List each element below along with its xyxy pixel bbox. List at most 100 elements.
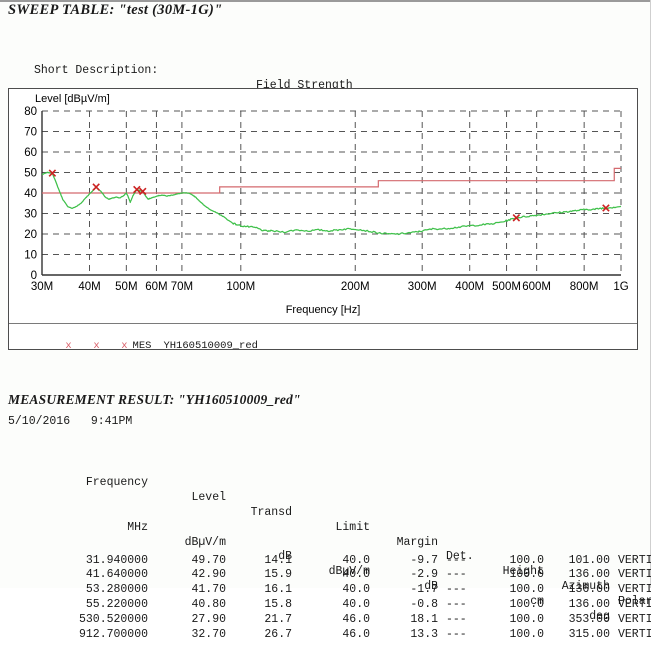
svg-text:80: 80 [24,106,37,118]
chart-legend: x x xMES YH160510009_red [15,328,258,364]
chart-measured-trace [42,172,621,234]
cell-azimuth: 353.00 [552,613,610,628]
cell-height: 100.0 [486,628,544,643]
cell-margin: -0.8 [378,598,438,613]
header-level: Level [156,491,226,506]
header-margin: Margin [378,536,438,551]
cell-polarization: VERTICAL [618,628,651,643]
chart-x-tick-labels: 30M40M50M60M70M100M200M300M400M500M600M8… [31,281,629,293]
svg-text:70M: 70M [171,281,193,293]
cell-limit: 46.0 [300,613,370,628]
svg-text:50: 50 [24,168,37,180]
svg-text:600M: 600M [522,281,551,293]
measurement-result-title: MEASUREMENT RESULT: "YH160510009_red" [8,392,301,408]
cell-limit: 40.0 [300,568,370,583]
chart-y-tick-labels: 01020304050607080 [24,106,37,282]
cell-polarization: VERTICAL [618,554,651,569]
cell-height: 100.0 [486,613,544,628]
svg-text:20: 20 [24,229,37,241]
table-row: 530.52000027.9021.746.018.1---100.0353.0… [8,613,49,628]
cell-detector: --- [446,613,482,628]
report-page: SWEEP TABLE: "test (30M-1G)" Short Descr… [0,0,651,588]
table-units-row: MHz dBµV/m dB dBµV/m dB cm deg [8,506,49,524]
measurement-date: 5/10/2016 [8,415,70,428]
table-row: 31.94000049.7014.140.0-9.7---100.0101.00… [8,554,49,569]
svg-text:60M: 60M [145,281,167,293]
cell-transd: 21.7 [234,613,292,628]
cell-limit: 40.0 [300,583,370,598]
table-row: 912.70000032.7026.746.013.3---100.0315.0… [8,628,49,643]
table-body: 31.94000049.7014.140.0-9.7---100.0101.00… [8,554,49,643]
svg-text:200M: 200M [341,281,370,293]
cell-height: 100.0 [486,598,544,613]
cell-frequency: 530.520000 [8,613,148,628]
legend-separator [9,323,637,324]
cell-level: 27.90 [156,613,226,628]
cell-azimuth: 315.00 [552,628,610,643]
cell-frequency: 31.940000 [8,554,148,569]
cell-detector: --- [446,583,482,598]
cell-level: 40.80 [156,598,226,613]
chart-inner: Level [dBµV/m] 0102030405060708030M40M50… [9,89,637,349]
legend-trace-name: YH160510009_red [163,340,258,352]
cell-height: 100.0 [486,583,544,598]
table-row: 53.28000041.7016.140.0-1.7---100.0136.00… [8,583,49,598]
measurement-timestamp: 5/10/2016 9:41PM [8,415,132,428]
cell-detector: --- [446,598,482,613]
cell-transd: 16.1 [234,583,292,598]
peak-marker-x-icon [134,186,140,192]
cell-azimuth: 136.00 [552,568,610,583]
svg-text:800M: 800M [570,281,599,293]
cell-polarization: VERTICAL [618,598,651,613]
sweep-header-row-description: Short Description: Field Strength [8,49,49,64]
measurement-time: 9:41PM [91,415,132,428]
table-row: 55.22000040.8015.840.0-0.8---100.0136.00… [8,598,49,613]
chart-x-axis-label: Frequency [Hz] [9,304,637,316]
svg-text:10: 10 [24,250,37,262]
unit-level: dBµV/m [156,536,226,551]
cell-azimuth: 136.00 [552,598,610,613]
cell-limit: 40.0 [300,554,370,569]
cell-transd: 15.9 [234,568,292,583]
cell-polarization: VERTICAL [618,583,651,598]
header-limit: Limit [300,521,370,536]
cell-detector: --- [446,554,482,569]
cell-limit: 40.0 [300,598,370,613]
svg-text:70: 70 [24,127,37,139]
cell-frequency: 53.280000 [8,583,148,598]
svg-text:1G: 1G [613,281,628,293]
short-description-label: Short Description: [34,64,158,79]
svg-text:30: 30 [24,209,37,221]
cell-margin: 18.1 [378,613,438,628]
cell-limit: 46.0 [300,628,370,643]
cell-frequency: 41.640000 [8,568,148,583]
svg-text:30M: 30M [31,281,53,293]
svg-text:300M: 300M [408,281,437,293]
table-row: 41.64000042.9015.940.0-2.9---100.0136.00… [8,568,49,583]
sweep-table-title: SWEEP TABLE: "test (30M-1G)" [8,2,223,19]
cell-height: 100.0 [486,554,544,569]
svg-text:50M: 50M [115,281,137,293]
svg-text:100M: 100M [226,281,255,293]
svg-text:60: 60 [24,147,37,159]
cell-frequency: 55.220000 [8,598,148,613]
cell-level: 41.70 [156,583,226,598]
legend-type: MES [133,340,152,352]
cell-transd: 15.8 [234,598,292,613]
cell-azimuth: 101.00 [552,554,610,569]
cell-detector: --- [446,568,482,583]
cell-margin: -2.9 [378,568,438,583]
legend-marker-icon: x x x [65,340,130,352]
peak-marker-x-icon [93,184,99,190]
svg-text:400M: 400M [455,281,484,293]
unit-frequency: MHz [8,521,148,536]
chart-plot-area: 0102030405060708030M40M50M60M70M100M200M… [9,89,636,304]
cell-frequency: 912.700000 [8,628,148,643]
svg-text:40M: 40M [78,281,100,293]
cell-transd: 14.1 [234,554,292,569]
cell-polarization: VERTICAL [618,568,651,583]
cell-margin: -9.7 [378,554,438,569]
spectrum-chart-panel: Level [dBµV/m] 0102030405060708030M40M50… [8,88,638,350]
svg-text:40: 40 [24,188,37,200]
cell-margin: 13.3 [378,628,438,643]
